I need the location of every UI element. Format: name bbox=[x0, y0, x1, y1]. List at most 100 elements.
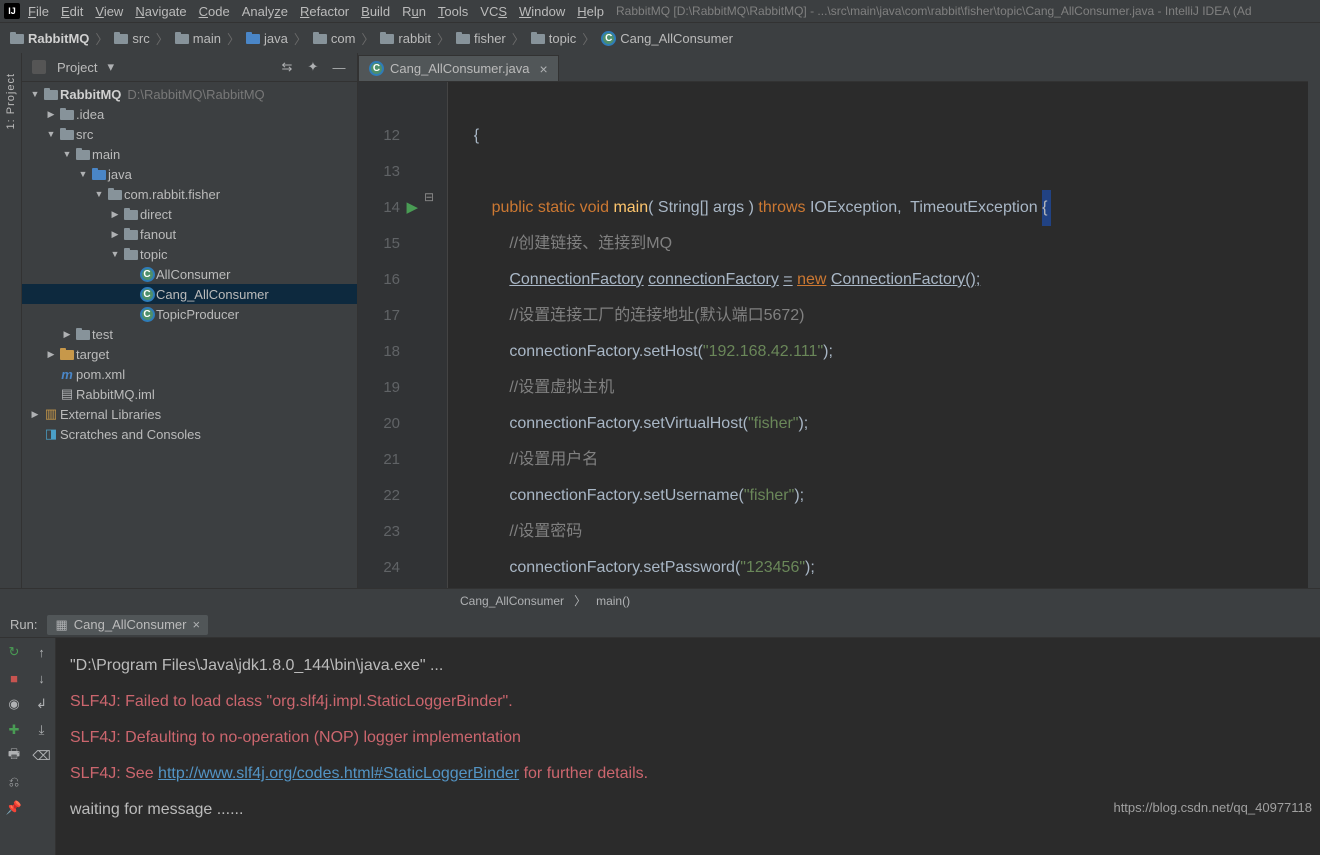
menu-run[interactable]: Run bbox=[402, 4, 426, 19]
class-icon: C bbox=[601, 31, 616, 46]
menu-view[interactable]: View bbox=[95, 4, 123, 19]
tree-ext-lib[interactable]: ▶▥External Libraries bbox=[22, 404, 357, 424]
chevron-right-icon: 〉 bbox=[582, 29, 595, 48]
tool-window-strip-right bbox=[1308, 53, 1320, 588]
scroll-to-end-icon[interactable]: ⤓ bbox=[34, 722, 50, 738]
menu-help[interactable]: Help bbox=[577, 4, 604, 19]
menu-tools[interactable]: Tools bbox=[438, 4, 468, 19]
rerun-icon[interactable]: ↻ bbox=[6, 644, 22, 660]
soft-wrap-icon[interactable]: ↲ bbox=[34, 696, 50, 712]
tree-java[interactable]: ▼java bbox=[22, 164, 357, 184]
project-view-icon bbox=[32, 60, 46, 74]
bc-java[interactable]: java bbox=[246, 31, 288, 46]
stop-icon[interactable]: ■ bbox=[6, 670, 22, 686]
menu-navigate[interactable]: Navigate bbox=[135, 4, 186, 19]
tree-iml[interactable]: ▤RabbitMQ.iml bbox=[22, 384, 357, 404]
bc-project[interactable]: RabbitMQ bbox=[10, 31, 89, 46]
class-icon: C bbox=[140, 267, 155, 282]
tree-package[interactable]: ▼com.rabbit.fisher bbox=[22, 184, 357, 204]
chevron-right-icon: 〉 bbox=[361, 29, 374, 48]
hide-icon[interactable]: — bbox=[331, 59, 347, 75]
run-config-tab[interactable]: ▦ Cang_AllConsumer × bbox=[47, 615, 208, 635]
breadcrumb-method[interactable]: main() bbox=[596, 594, 630, 608]
console-line: "D:\Program Files\Java\jdk1.8.0_144\bin\… bbox=[70, 648, 1306, 684]
bc-class[interactable]: CCang_AllConsumer bbox=[601, 31, 733, 46]
run-gutter-icon[interactable]: ▶ bbox=[406, 190, 418, 226]
chevron-right-icon: 〉 bbox=[437, 29, 450, 48]
tree-pom[interactable]: mpom.xml bbox=[22, 364, 357, 384]
bc-com[interactable]: com bbox=[313, 31, 356, 46]
bc-src[interactable]: src bbox=[114, 31, 149, 46]
chevron-right-icon: 〉 bbox=[294, 29, 307, 48]
class-icon: C bbox=[369, 61, 384, 76]
menu-window[interactable]: Window bbox=[519, 4, 565, 19]
project-pane-header: Project ▾ ⇆ ✦ — bbox=[22, 53, 357, 82]
console-error-line: SLF4J: See http://www.slf4j.org/codes.ht… bbox=[70, 756, 1306, 792]
menu-edit[interactable]: Edit bbox=[61, 4, 83, 19]
code-body[interactable]: { public static void main( String[] args… bbox=[448, 82, 1308, 588]
tree-topicproducer[interactable]: CTopicProducer bbox=[22, 304, 357, 324]
collapse-all-icon[interactable]: ⇆ bbox=[279, 59, 295, 75]
up-icon[interactable]: ↑ bbox=[34, 644, 50, 660]
chevron-right-icon: 〉 bbox=[574, 592, 586, 609]
dropdown-icon[interactable]: ▾ bbox=[107, 59, 114, 75]
chevron-right-icon: 〉 bbox=[227, 29, 240, 48]
project-tree[interactable]: ▼ RabbitMQ D:\RabbitMQ\RabbitMQ ▶.idea ▼… bbox=[22, 82, 357, 588]
tree-target[interactable]: ▶target bbox=[22, 344, 357, 364]
fold-gutter: ⊟ bbox=[418, 82, 448, 588]
tree-test[interactable]: ▶test bbox=[22, 324, 357, 344]
pin-icon[interactable]: 📌 bbox=[6, 800, 22, 816]
editor: C Cang_AllConsumer.java × 1213 14▶ 15161… bbox=[358, 53, 1308, 588]
layout-icon[interactable]: ✚ bbox=[6, 722, 22, 738]
bc-topic[interactable]: topic bbox=[531, 31, 576, 46]
editor-tabs: C Cang_AllConsumer.java × bbox=[358, 53, 1308, 82]
run-config-icon: ▦ bbox=[55, 617, 67, 633]
tree-scratches[interactable]: ◨Scratches and Consoles bbox=[22, 424, 357, 444]
down-icon[interactable]: ↓ bbox=[34, 670, 50, 686]
class-icon: C bbox=[140, 307, 155, 322]
menu-build[interactable]: Build bbox=[361, 4, 390, 19]
project-tool-button[interactable]: 1: Project bbox=[5, 73, 17, 129]
console-link[interactable]: http://www.slf4j.org/codes.html#StaticLo… bbox=[158, 765, 519, 782]
library-icon: ▥ bbox=[42, 406, 60, 422]
code-area[interactable]: 1213 14▶ 151617 181920 21222324 ⊟ { publ… bbox=[358, 82, 1308, 588]
console-error-line: SLF4J: Failed to load class "org.slf4j.i… bbox=[70, 684, 1306, 720]
tree-topic[interactable]: ▼topic bbox=[22, 244, 357, 264]
breadcrumb-class[interactable]: Cang_AllConsumer bbox=[460, 594, 564, 608]
tree-allconsumer[interactable]: CAllConsumer bbox=[22, 264, 357, 284]
exit-icon[interactable]: ⎌ bbox=[6, 774, 22, 790]
watermark: https://blog.csdn.net/qq_40977118 bbox=[1113, 800, 1312, 815]
tree-fanout[interactable]: ▶fanout bbox=[22, 224, 357, 244]
close-icon[interactable]: × bbox=[539, 61, 547, 77]
tree-cang-allconsumer[interactable]: CCang_AllConsumer bbox=[22, 284, 357, 304]
clear-icon[interactable]: ⌫ bbox=[34, 748, 50, 764]
menu-refactor[interactable]: Refactor bbox=[300, 4, 349, 19]
dump-threads-icon[interactable]: ◉ bbox=[6, 696, 22, 712]
fold-icon[interactable]: ⊟ bbox=[424, 190, 434, 204]
bc-main[interactable]: main bbox=[175, 31, 221, 46]
tree-root[interactable]: ▼ RabbitMQ D:\RabbitMQ\RabbitMQ bbox=[22, 84, 357, 104]
chevron-right-icon: 〉 bbox=[512, 29, 525, 48]
menu-analyze[interactable]: Analyze bbox=[242, 4, 288, 19]
bc-rabbit[interactable]: rabbit bbox=[380, 31, 431, 46]
bc-fisher[interactable]: fisher bbox=[456, 31, 506, 46]
tree-src[interactable]: ▼src bbox=[22, 124, 357, 144]
project-pane-title[interactable]: Project bbox=[57, 60, 97, 75]
expand-toggle-icon[interactable]: ▼ bbox=[28, 89, 42, 99]
menu-code[interactable]: Code bbox=[199, 4, 230, 19]
print-icon[interactable]: 🖶 bbox=[6, 748, 22, 764]
run-console[interactable]: "D:\Program Files\Java\jdk1.8.0_144\bin\… bbox=[56, 638, 1320, 855]
tree-direct[interactable]: ▶direct bbox=[22, 204, 357, 224]
chevron-right-icon: 〉 bbox=[95, 29, 108, 48]
gear-icon[interactable]: ✦ bbox=[305, 59, 321, 75]
menu-file[interactable]: File bbox=[28, 4, 49, 19]
tree-main[interactable]: ▼main bbox=[22, 144, 357, 164]
editor-breadcrumb: Cang_AllConsumer 〉 main() bbox=[0, 588, 1320, 612]
run-toolbar-secondary: ↑ ↓ ↲ ⤓ ⌫ bbox=[28, 638, 56, 855]
menu-vcs[interactable]: VCS bbox=[480, 4, 507, 19]
tree-idea[interactable]: ▶.idea bbox=[22, 104, 357, 124]
run-header: Run: ▦ Cang_AllConsumer × bbox=[0, 612, 1320, 638]
close-icon[interactable]: × bbox=[193, 617, 201, 632]
editor-tab[interactable]: C Cang_AllConsumer.java × bbox=[358, 55, 559, 81]
run-label: Run: bbox=[10, 617, 37, 632]
